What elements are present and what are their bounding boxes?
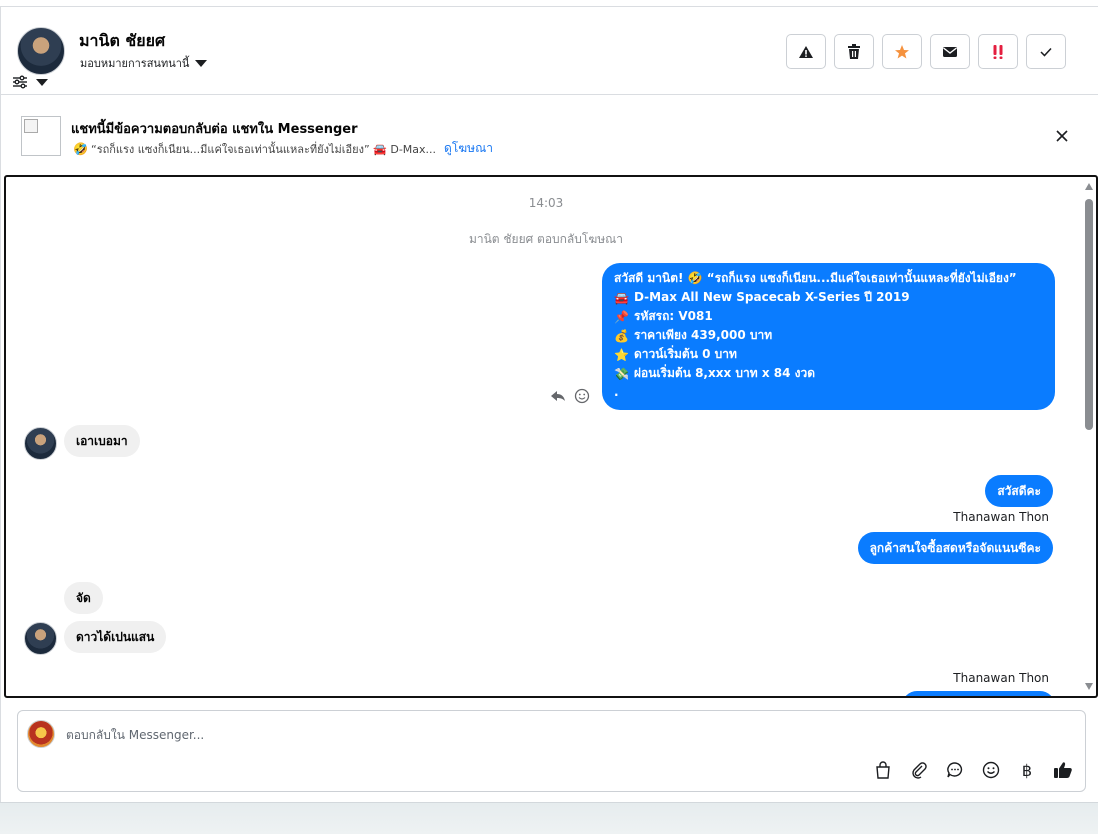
message-thread[interactable]: 14:03 มานิต ชัยยศ ตอบกลับโฆษณา สวัสดี มา… <box>4 175 1098 698</box>
filter-menu-button[interactable] <box>12 73 54 91</box>
contact-name: มานิต ชัยยศ <box>79 31 166 50</box>
send-like-button[interactable] <box>1052 759 1074 781</box>
message-line: 💸 ผ่อนเริ่มต้น 8,xxx บาท x 84 งวด <box>614 364 1043 383</box>
star-button[interactable] <box>882 34 922 69</box>
avatar[interactable] <box>17 27 65 75</box>
ad-message-bubble[interactable]: สวัสดี มานิต! 🤣 “รถก็แรง แซงก็เนียน...มี… <box>602 263 1055 410</box>
delete-button[interactable] <box>834 34 874 69</box>
mark-done-button[interactable] <box>1026 34 1066 69</box>
page-avatar <box>27 720 55 748</box>
assign-label: มอบหมายการสนทนานี้ <box>80 57 190 70</box>
report-icon <box>799 45 813 58</box>
ad-banner-subtitle: 🤣 “รถก็แรง แซงก็เนียน...มีแค่ใจเธอเท่านั… <box>73 139 493 158</box>
shopping-bag-icon <box>876 761 890 779</box>
sender-name: Thanawan Thon <box>953 671 1049 685</box>
outgoing-message-bubble[interactable]: ลูกค้าสนใจซื้อสดหรือจัดแนนซีคะ <box>857 532 1053 564</box>
message-line: สวัสดี มานิต! 🤣 “รถก็แรง แซงก็เนียน...มี… <box>614 269 1043 288</box>
avatar[interactable] <box>24 427 57 460</box>
message-line-text: ดาวน์เริ่มต้น 0 บาท <box>634 347 737 361</box>
scroll-thumb[interactable] <box>1085 199 1093 430</box>
message-line-text: ผ่อนเริ่มต้น 8,xxx บาท x 84 งวด <box>634 366 816 380</box>
shopping-bag-button[interactable] <box>872 759 894 781</box>
outgoing-message-bubble[interactable]: สวัสดีคะ <box>985 475 1053 507</box>
inbox-conversation-panel: มานิต ชัยยศ มอบหมายการสนทนานี้ แชทนี้มีข… <box>0 0 1098 834</box>
star-icon <box>895 44 909 58</box>
paperclip-icon <box>912 762 927 779</box>
laughing-emoji-icon: 🤣 <box>73 141 88 156</box>
outgoing-message-bubble[interactable] <box>902 691 1055 696</box>
reply-icon[interactable] <box>550 390 566 402</box>
bottom-panel-strip <box>0 802 1098 834</box>
baht-icon: ฿ <box>1021 760 1033 780</box>
message-timestamp: 14:03 <box>528 196 564 210</box>
emoji-icon <box>982 761 1000 779</box>
chevron-down-icon <box>36 78 48 86</box>
incoming-message-bubble[interactable]: จัด <box>64 582 103 614</box>
incoming-message-bubble[interactable]: ดาวได้เปนแสน <box>64 621 167 653</box>
message-line: . <box>614 383 1043 402</box>
system-message: มานิต ชัยยศ ตอบกลับโฆษณา <box>468 232 624 246</box>
sliders-icon <box>13 75 27 89</box>
ad-banner-title: แชทนี้มีข้อความตอบกลับต่อ แชทใน Messenge… <box>71 122 358 137</box>
message-line: ⭐ ดาวน์เริ่มต้น 0 บาท <box>614 345 1043 364</box>
money-bag-icon: 💰 <box>614 328 629 343</box>
pin-icon: 📌 <box>614 309 629 324</box>
scroll-up-arrow[interactable] <box>1085 183 1093 190</box>
scroll-down-arrow[interactable] <box>1085 683 1093 690</box>
message-line: 📌 รหัสรถ: V081 <box>614 307 1043 326</box>
conversation-header: มานิต ชัยยศ มอบหมายการสนทนานี้ <box>0 7 1098 95</box>
attach-button[interactable] <box>908 759 930 781</box>
envelope-icon <box>943 46 957 57</box>
report-spam-button[interactable] <box>786 34 826 69</box>
star-icon: ⭐ <box>614 347 629 362</box>
emoji-button[interactable] <box>980 759 1002 781</box>
scrollbar[interactable] <box>1082 177 1096 696</box>
composer-toolbar: ฿ <box>872 759 1074 781</box>
message-line: 💰 ราคาเพียง 439,000 บาท <box>614 326 1043 345</box>
view-ad-link[interactable]: ดูโฆษณา <box>444 139 493 158</box>
saved-reply-icon <box>947 762 963 778</box>
payment-button[interactable]: ฿ <box>1016 759 1038 781</box>
thumbs-up-icon <box>1054 762 1072 778</box>
urgent-button[interactable] <box>978 34 1018 69</box>
assign-conversation-dropdown[interactable]: มอบหมายการสนทนานี้ <box>80 54 208 72</box>
message-line-text: สวัสดี มานิต! 🤣 “รถก็แรง แซงก็เนียน...มี… <box>614 271 1017 285</box>
trash-icon <box>848 44 860 59</box>
car-icon: 🚘 <box>614 290 629 305</box>
close-banner-button[interactable] <box>1050 124 1074 148</box>
ad-thumbnail[interactable] <box>21 116 61 156</box>
message-line-text: ราคาเพียง 439,000 บาท <box>634 328 773 342</box>
avatar[interactable] <box>24 622 57 655</box>
ad-banner-subtitle-text: “รถก็แรง แซงก็เนียน...มีแค่ใจเธอเท่านั้น… <box>91 142 437 156</box>
incoming-message-bubble[interactable]: เอาเบอมา <box>64 425 140 457</box>
broken-image-icon <box>24 119 38 133</box>
ad-reply-banner: แชทนี้มีข้อความตอบกลับต่อ แชทใน Messenge… <box>0 96 1098 174</box>
reply-input[interactable] <box>66 725 966 745</box>
mark-unread-button[interactable] <box>930 34 970 69</box>
close-icon <box>1056 130 1068 142</box>
message-line-text: D-Max All New Spacecab X-Series ปี 2019 <box>634 290 910 304</box>
message-line-text: รหัสรถ: V081 <box>634 309 713 323</box>
chevron-down-icon <box>195 59 208 67</box>
react-emoji-icon[interactable] <box>574 388 590 404</box>
urgent-icon <box>993 44 1003 59</box>
message-composer: ฿ <box>17 710 1086 792</box>
message-hover-tools <box>550 388 590 404</box>
money-wings-icon: 💸 <box>614 366 629 381</box>
sender-name: Thanawan Thon <box>953 510 1049 524</box>
saved-replies-button[interactable] <box>944 759 966 781</box>
message-line-text: . <box>614 385 619 399</box>
header-actions <box>786 34 1066 69</box>
checkmark-icon <box>1040 47 1052 57</box>
message-line: 🚘 D-Max All New Spacecab X-Series ปี 2019 <box>614 288 1043 307</box>
